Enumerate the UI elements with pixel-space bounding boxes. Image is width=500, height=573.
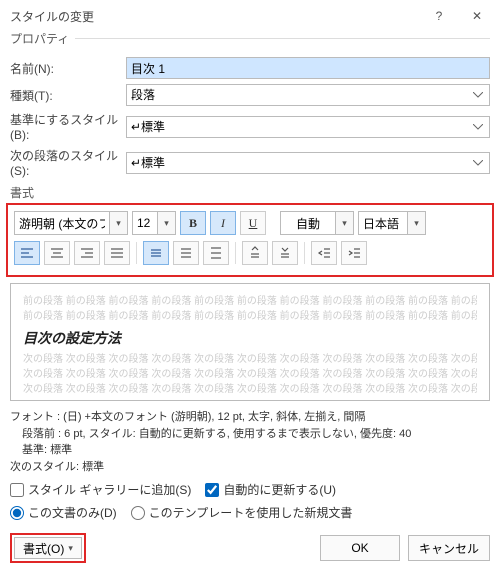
based-on-select[interactable]: ↵標準 (126, 116, 490, 138)
preview-ghost-after-3: 次の段落 次の段落 次の段落 次の段落 次の段落 次の段落 次の段落 次の段落 … (23, 382, 477, 397)
font-dropdown-icon[interactable]: ▾ (110, 211, 128, 235)
color-dropdown-icon[interactable]: ▾ (336, 211, 354, 235)
properties-legend: プロパティ (10, 30, 75, 47)
preview-pane: 前の段落 前の段落 前の段落 前の段落 前の段落 前の段落 前の段落 前の段落 … (10, 283, 490, 401)
auto-update-checkbox-label[interactable]: 自動的に更新する(U) (205, 481, 336, 498)
type-label: 種類(T): (10, 87, 126, 104)
indent-decrease-button[interactable] (311, 241, 337, 265)
font-combo[interactable]: ▾ (14, 211, 128, 235)
preview-heading: 目次の設定方法 (23, 328, 477, 348)
help-button[interactable]: ? (424, 6, 454, 26)
linespacing-2-button[interactable] (203, 241, 229, 265)
format-toolbar-highlight: ▾ ▾ B I U ▾ ▾ (6, 203, 494, 277)
format-button-highlight: 書式(O)▾ (10, 533, 86, 563)
color-combo[interactable]: ▾ (280, 211, 354, 235)
align-justify-button[interactable] (104, 241, 130, 265)
desc-line-4: 次のスタイル: 標準 (10, 459, 490, 476)
properties-group: プロパティ (10, 30, 490, 51)
titlebar: スタイルの変更 ? ✕ (0, 0, 500, 30)
gallery-checkbox[interactable] (10, 483, 24, 497)
next-style-select[interactable]: ↵標準 (126, 152, 490, 174)
gallery-checkbox-label[interactable]: スタイル ギャラリーに追加(S) (10, 481, 191, 498)
template-radio[interactable] (131, 506, 145, 520)
lang-input[interactable] (358, 211, 408, 235)
size-dropdown-icon[interactable]: ▾ (158, 211, 176, 235)
preview-ghost-after: 次の段落 次の段落 次の段落 次の段落 次の段落 次の段落 次の段落 次の段落 … (23, 352, 477, 367)
space-before-inc-button[interactable] (242, 241, 268, 265)
space-before-dec-button[interactable] (272, 241, 298, 265)
color-input[interactable] (280, 211, 336, 235)
indent-increase-button[interactable] (341, 241, 367, 265)
align-left-button[interactable] (14, 241, 40, 265)
dialog-title: スタイルの変更 (10, 8, 94, 25)
lang-combo[interactable]: ▾ (358, 211, 426, 235)
font-input[interactable] (14, 211, 110, 235)
name-input[interactable] (126, 57, 490, 79)
format-legend: 書式 (10, 184, 490, 201)
close-button[interactable]: ✕ (462, 6, 492, 26)
auto-update-checkbox[interactable] (205, 483, 219, 497)
italic-button[interactable]: I (210, 211, 236, 235)
style-description: フォント : (日) +本文のフォント (游明朝), 12 pt, 太字, 斜体… (10, 409, 490, 475)
format-menu-button[interactable]: 書式(O)▾ (14, 537, 82, 559)
this-doc-radio[interactable] (10, 506, 24, 520)
preview-ghost-after-2: 次の段落 次の段落 次の段落 次の段落 次の段落 次の段落 次の段落 次の段落 … (23, 367, 477, 382)
template-radio-label[interactable]: このテンプレートを使用した新規文書 (131, 504, 353, 521)
size-combo[interactable]: ▾ (132, 211, 176, 235)
desc-line-3: 基準: 標準 (22, 442, 490, 459)
name-label: 名前(N): (10, 60, 126, 77)
based-on-label: 基準にするスタイル(B): (10, 111, 126, 142)
desc-line-2: 段落前 : 6 pt, スタイル: 自動的に更新する, 使用するまで表示しない,… (22, 426, 490, 443)
preview-ghost-before-2: 前の段落 前の段落 前の段落 前の段落 前の段落 前の段落 前の段落 前の段落 … (23, 309, 477, 324)
align-right-button[interactable] (74, 241, 100, 265)
lang-dropdown-icon[interactable]: ▾ (408, 211, 426, 235)
bold-button[interactable]: B (180, 211, 206, 235)
chevron-down-icon: ▾ (68, 543, 73, 554)
size-input[interactable] (132, 211, 158, 235)
desc-line-1: フォント : (日) +本文のフォント (游明朝), 12 pt, 太字, 斜体… (10, 409, 490, 426)
next-style-label: 次の段落のスタイル(S): (10, 147, 126, 178)
preview-ghost-before: 前の段落 前の段落 前の段落 前の段落 前の段落 前の段落 前の段落 前の段落 … (23, 294, 477, 309)
this-doc-radio-label[interactable]: この文書のみ(D) (10, 504, 117, 521)
underline-button[interactable]: U (240, 211, 266, 235)
align-center-button[interactable] (44, 241, 70, 265)
type-select[interactable]: 段落 (126, 84, 490, 106)
linespacing-1.5-button[interactable] (173, 241, 199, 265)
linespacing-1-button[interactable] (143, 241, 169, 265)
